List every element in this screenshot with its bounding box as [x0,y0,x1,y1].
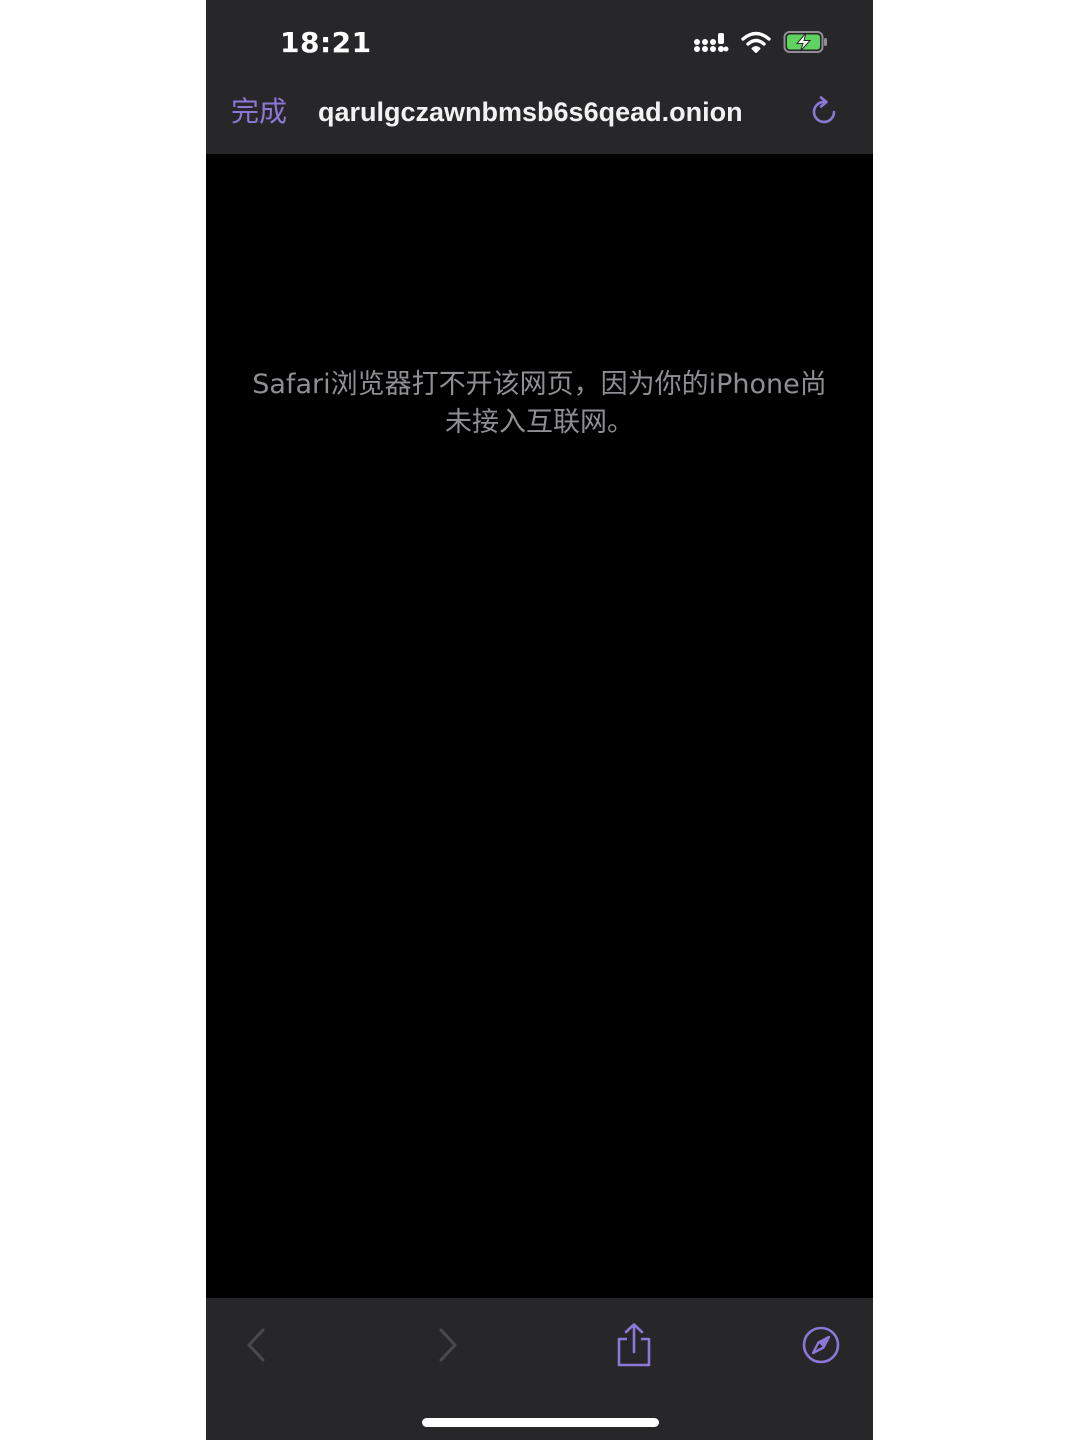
address-field[interactable]: qarulgczawnbmsb6s6qead.onion [318,94,788,130]
status-bar: 18:21 [206,0,873,84]
forward-icon[interactable] [428,1322,468,1368]
cellular-signal-icon [693,30,729,58]
share-icon[interactable] [614,1322,654,1368]
compass-icon[interactable] [801,1322,841,1368]
bottom-toolbar [206,1298,873,1440]
home-indicator [422,1418,659,1427]
safari-view: 18:21 完成 qarulgczawnbmsb6s6qead.onion Sa… [206,0,873,1440]
status-icons [693,29,829,59]
status-time: 18:21 [280,26,372,59]
battery-charging-icon [783,30,829,58]
done-button[interactable]: 完成 [231,94,287,130]
url-text: qarulgczawnbmsb6s6qead.onion [318,97,743,127]
back-icon[interactable] [236,1322,276,1368]
navigation-bar: 完成 qarulgczawnbmsb6s6qead.onion [206,84,873,154]
web-content: Safari浏览器打不开该网页，因为你的iPhone尚未接入互联网。 [206,154,873,1298]
error-message: Safari浏览器打不开该网页，因为你的iPhone尚未接入互联网。 [252,369,827,438]
wifi-icon [741,30,771,58]
reload-icon[interactable] [807,94,843,130]
